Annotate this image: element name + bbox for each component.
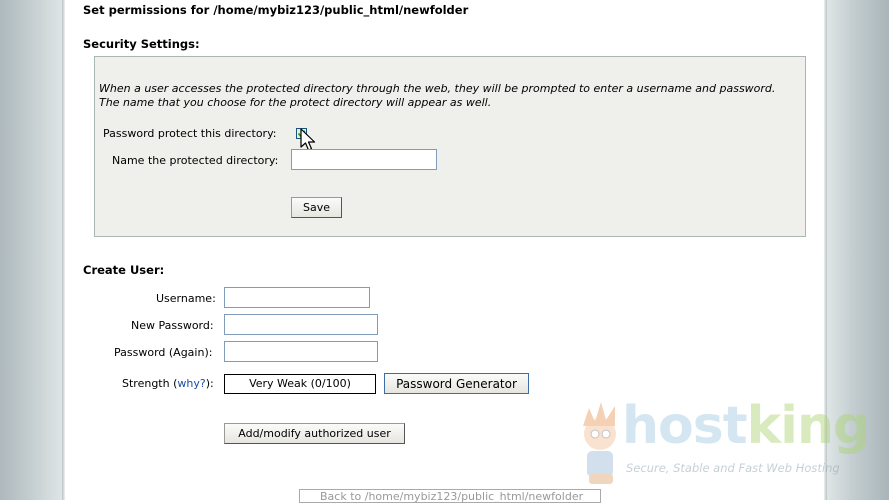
password-strength-meter: Very Weak (0/100) bbox=[224, 374, 376, 394]
new-password-label: New Password: bbox=[131, 319, 214, 332]
password-generator-button[interactable]: Password Generator bbox=[384, 373, 529, 394]
create-user-heading: Create User: bbox=[83, 263, 165, 277]
add-modify-user-button[interactable]: Add/modify authorized user bbox=[224, 423, 405, 444]
brand-king-text: king bbox=[746, 396, 871, 456]
hostking-tagline: Secure, Stable and Fast Web Hosting bbox=[626, 461, 840, 475]
username-input[interactable] bbox=[224, 287, 370, 308]
strength-label: Strength (why?): bbox=[122, 377, 214, 390]
strength-why-link[interactable]: why? bbox=[177, 377, 205, 390]
page-title: Set permissions for /home/mybiz123/publi… bbox=[83, 3, 469, 17]
security-settings-heading: Security Settings: bbox=[83, 37, 200, 51]
username-label: Username: bbox=[156, 292, 216, 305]
back-link[interactable]: Back to /home/mybiz123/public_html/newfo… bbox=[299, 489, 601, 503]
new-password-input[interactable] bbox=[224, 314, 378, 335]
protected-directory-name-input[interactable] bbox=[291, 149, 437, 170]
hostking-brand-text: hostking bbox=[622, 396, 871, 456]
protected-directory-name-label: Name the protected directory: bbox=[112, 154, 279, 167]
security-description-line1: When a user accesses the protected direc… bbox=[99, 82, 776, 95]
brand-host-text: host bbox=[622, 396, 748, 456]
password-again-input[interactable] bbox=[224, 341, 378, 362]
security-description: When a user accesses the protected direc… bbox=[99, 82, 804, 110]
strength-label-prefix: Strength ( bbox=[122, 377, 178, 390]
protect-directory-label: Password protect this directory: bbox=[103, 127, 277, 140]
save-button[interactable]: Save bbox=[291, 197, 342, 218]
password-again-label: Password (Again): bbox=[114, 346, 213, 359]
security-description-line2: The name that you choose for the protect… bbox=[99, 96, 492, 109]
left-background-panel bbox=[0, 0, 62, 500]
strength-label-suffix: ): bbox=[205, 377, 214, 390]
